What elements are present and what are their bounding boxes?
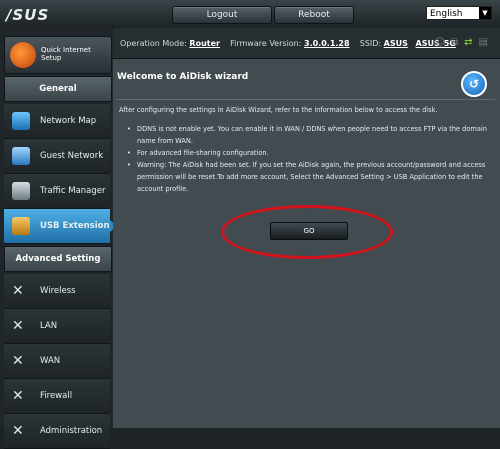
operation-mode-label: Operation Mode: xyxy=(120,39,187,48)
sidebar-item-label: Firewall xyxy=(40,391,73,401)
sidebar-item-label: Wireless xyxy=(40,286,76,296)
sidebar-item-administration[interactable]: ✕ Administration xyxy=(4,414,110,449)
traffic-manager-icon xyxy=(12,182,30,200)
back-button[interactable]: ↺ xyxy=(461,71,487,97)
wrench-icon: ✕ xyxy=(12,283,24,299)
info-list: DDNS is not enable yet. You can enable i… xyxy=(127,123,495,195)
status-icons: ☺⧉⇄▤ xyxy=(435,37,494,48)
sidebar-item-traffic-manager[interactable]: Traffic Manager xyxy=(4,174,110,209)
language-value: English xyxy=(430,9,463,19)
network-icon[interactable]: ⧉ xyxy=(451,37,464,48)
ssid-label: SSID: xyxy=(359,39,382,48)
list-item: Warning: The AiDisk had been set. If you… xyxy=(127,159,495,195)
language-select[interactable]: English ▼ xyxy=(426,6,492,20)
sidebar: Quick Internet Setup General Network Map… xyxy=(0,28,117,449)
sidebar-item-label: LAN xyxy=(40,321,58,331)
chevron-down-icon: ▼ xyxy=(479,7,491,19)
top-bar: /SUS Logout Reboot English ▼ xyxy=(0,0,500,29)
usb-icon[interactable]: ⇄ xyxy=(464,37,478,48)
ssid-link-1[interactable]: ASUS xyxy=(384,39,408,48)
sidebar-item-usb-extension[interactable]: USB Extension xyxy=(4,209,117,244)
title-divider xyxy=(117,99,495,100)
wrench-icon: ✕ xyxy=(12,388,24,404)
sidebar-item-label: Guest Network xyxy=(40,151,104,161)
status-text: Operation Mode: Router Firmware Version:… xyxy=(120,39,456,48)
highlight-ellipse xyxy=(221,205,393,259)
general-header: General xyxy=(4,76,112,102)
status-bar: Operation Mode: Router Firmware Version:… xyxy=(113,28,500,59)
firmware-link[interactable]: 3.0.0.1.28 xyxy=(304,39,350,48)
sidebar-item-wan[interactable]: ✕ WAN xyxy=(4,344,110,379)
intro-text: After configuring the settings in AiDisk… xyxy=(119,106,438,114)
main-panel: Welcome to AiDisk wizard ↺ After configu… xyxy=(113,59,500,428)
printer-icon[interactable]: ▤ xyxy=(479,37,494,48)
sidebar-item-firewall[interactable]: ✕ Firewall xyxy=(4,379,110,414)
firmware-label: Firmware Version: xyxy=(230,39,302,48)
page-title: Welcome to AiDisk wizard xyxy=(117,72,249,82)
back-arrow-icon: ↺ xyxy=(468,77,480,91)
asus-logo: /SUS xyxy=(6,6,50,24)
quick-internet-setup-button[interactable]: Quick Internet Setup xyxy=(4,36,112,74)
quick-setup-icon xyxy=(10,42,36,68)
list-item: DDNS is not enable yet. You can enable i… xyxy=(127,123,495,147)
sidebar-item-network-map[interactable]: Network Map xyxy=(4,104,110,139)
users-icon[interactable]: ☺ xyxy=(435,37,451,48)
reboot-button[interactable]: Reboot xyxy=(274,6,354,24)
quick-setup-label: Quick Internet Setup xyxy=(41,46,91,62)
guest-network-icon xyxy=(12,147,30,165)
wrench-icon: ✕ xyxy=(12,318,24,334)
list-item: For advanced file-sharing configuration. xyxy=(127,147,495,159)
network-map-icon xyxy=(12,112,30,130)
sidebar-item-lan[interactable]: ✕ LAN xyxy=(4,309,110,344)
wrench-icon: ✕ xyxy=(12,353,24,369)
advanced-setting-header: Advanced Setting xyxy=(4,246,112,272)
sidebar-item-wireless[interactable]: ✕ Wireless xyxy=(4,274,110,309)
operation-mode-link[interactable]: Router xyxy=(189,39,220,48)
router-admin-page: /SUS Logout Reboot English ▼ Operation M… xyxy=(0,0,500,449)
sidebar-item-label: USB Extension xyxy=(40,221,110,231)
logout-button[interactable]: Logout xyxy=(172,6,272,24)
wrench-icon: ✕ xyxy=(12,423,24,439)
sidebar-item-guest-network[interactable]: Guest Network xyxy=(4,139,110,174)
usb-extension-icon xyxy=(12,217,30,235)
sidebar-item-label: WAN xyxy=(40,356,61,366)
sidebar-item-label: Traffic Manager xyxy=(40,186,106,196)
sidebar-item-label: Network Map xyxy=(40,116,97,126)
